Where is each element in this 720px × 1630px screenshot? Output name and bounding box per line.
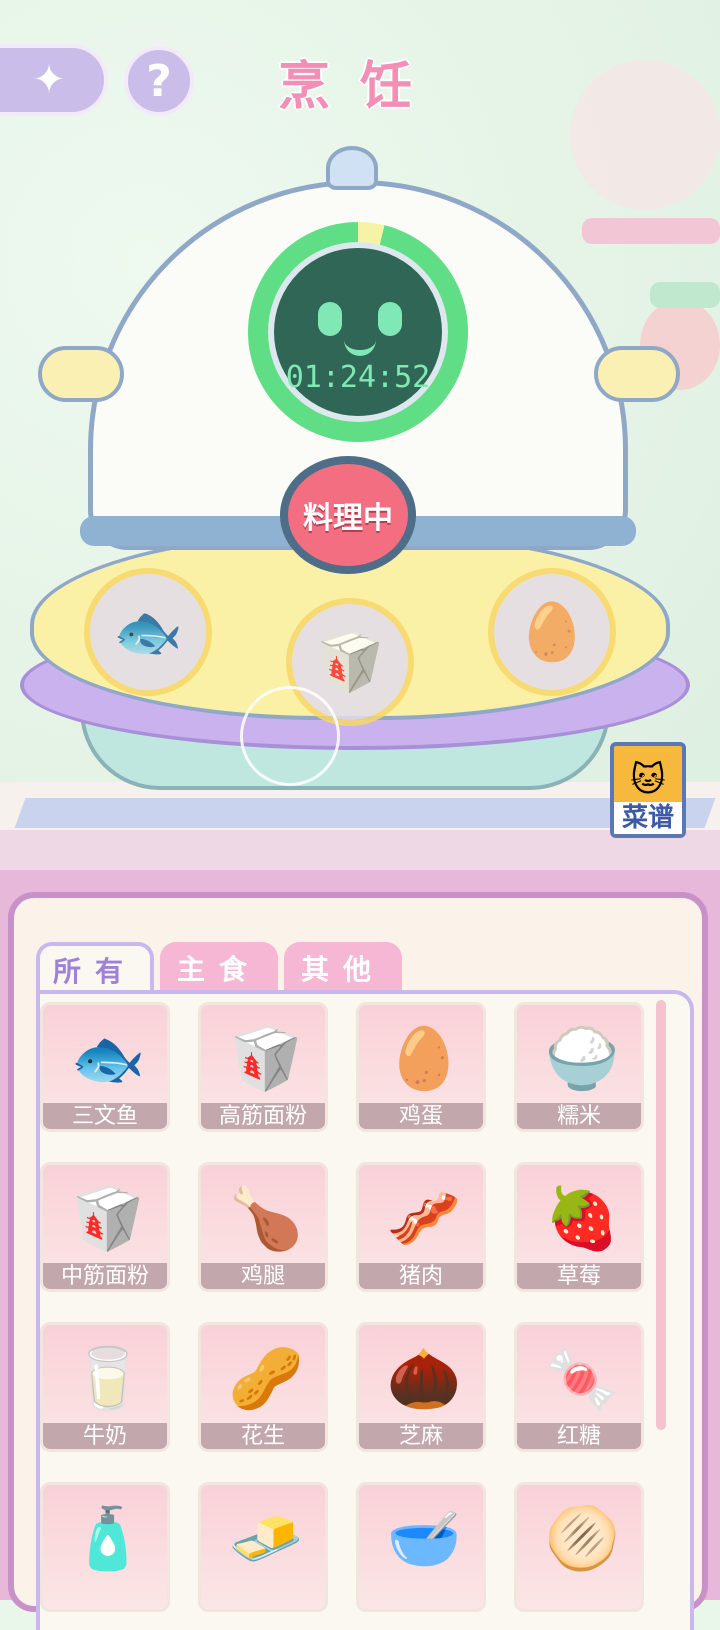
ingredient-icon: 🥛 (70, 1344, 146, 1414)
ingredient-card[interactable]: 🥓 猪肉 (356, 1162, 486, 1292)
ingredient-label: 花生 (201, 1423, 325, 1449)
cat-chef-icon: 🐱 (630, 760, 666, 800)
face-mouth (344, 334, 376, 356)
ingredient-card[interactable]: 🧈 (198, 1482, 328, 1612)
ingredient-card[interactable]: 🍬 红糖 (514, 1322, 644, 1452)
ingredient-icon: 🧴 (70, 1504, 146, 1574)
ingredient-label: 牛奶 (43, 1423, 167, 1449)
ingredient-icon: 🥡 (70, 1184, 146, 1254)
ingredient-card[interactable]: 🐟 三文鱼 (40, 1002, 170, 1132)
ingredient-label: 草莓 (517, 1263, 641, 1289)
ingredient-icon: 🐟 (70, 1024, 146, 1094)
ingredient-icon: 🧈 (228, 1504, 304, 1574)
ingredient-icon: 🥓 (386, 1184, 462, 1254)
ingredient-card[interactable]: 🌰 芝麻 (356, 1322, 486, 1452)
recipe-book-label: 菜谱 (614, 802, 682, 834)
ingredient-icon: 🥚 (386, 1024, 462, 1094)
ingredient-icon: 🌰 (386, 1344, 462, 1414)
ingredient-label: 猪肉 (359, 1263, 483, 1289)
countdown-timer: 01:24:52 (285, 360, 431, 395)
tab-staple-food[interactable]: 主食 (160, 942, 278, 994)
ingredient-icon: 🍬 (544, 1344, 620, 1414)
ingredient-slot-1[interactable]: 🐟 (84, 568, 212, 696)
ingredient-card[interactable]: 🥡 高筋面粉 (198, 1002, 328, 1132)
ingredient-label: 高筋面粉 (201, 1103, 325, 1129)
kitchen-scene: ✦ ? 烹饪 01:24:52 料理中 🐟 🥡 🥚 🐱 菜谱 (0, 0, 720, 870)
ingredient-label: 芝麻 (359, 1423, 483, 1449)
recipe-book-button[interactable]: 🐱 菜谱 (610, 742, 686, 838)
ingredient-card[interactable]: 🍓 草莓 (514, 1162, 644, 1292)
ingredient-card[interactable]: 🥣 (356, 1482, 486, 1612)
face-eye-right (378, 302, 402, 336)
ingredient-list-scrollbar[interactable] (656, 1000, 666, 1430)
ingredient-icon: 🍗 (228, 1184, 304, 1254)
ingredient-card[interactable]: 🥚 鸡蛋 (356, 1002, 486, 1132)
timer-face: 01:24:52 (268, 242, 448, 422)
cooking-machine: 01:24:52 料理中 🐟 🥡 🥚 (0, 0, 720, 830)
ingredient-card[interactable]: 🥜 花生 (198, 1322, 328, 1452)
ingredient-label: 糯米 (517, 1103, 641, 1129)
ingredient-icon: 🥡 (228, 1024, 304, 1094)
lid-knob (326, 146, 378, 190)
ingredient-icon: 🍓 (544, 1184, 620, 1254)
ingredient-card[interactable]: 🍗 鸡腿 (198, 1162, 328, 1292)
ingredient-card[interactable]: 🫓 (514, 1482, 644, 1612)
cooking-status-button[interactable]: 料理中 (280, 456, 416, 574)
touch-indicator (240, 686, 340, 786)
flour-bag-icon: 🥡 (315, 630, 385, 695)
ingredient-label: 鸡腿 (201, 1263, 325, 1289)
right-handle (594, 346, 680, 402)
egg-carton-icon: 🥚 (517, 600, 587, 665)
ingredient-icon: 🥜 (228, 1344, 304, 1414)
timer-progress-ring: 01:24:52 (248, 222, 468, 442)
tab-other[interactable]: 其他 (284, 942, 402, 994)
ingredient-icon: 🫓 (544, 1504, 620, 1574)
ingredient-icon: 🍚 (544, 1024, 620, 1094)
ingredient-label: 红糖 (517, 1423, 641, 1449)
ingredient-card[interactable]: 🥡 中筋面粉 (40, 1162, 170, 1292)
ingredient-label: 三文鱼 (43, 1103, 167, 1129)
ingredient-card[interactable]: 🍚 糯米 (514, 1002, 644, 1132)
ingredient-label: 鸡蛋 (359, 1103, 483, 1129)
tab-all[interactable]: 所有 (36, 942, 154, 994)
ingredient-card[interactable]: 🥛 牛奶 (40, 1322, 170, 1452)
ingredient-label: 中筋面粉 (43, 1263, 167, 1289)
left-handle (38, 346, 124, 402)
face-eye-left (318, 302, 342, 336)
ingredient-slot-3[interactable]: 🥚 (488, 568, 616, 696)
ingredient-icon: 🥣 (386, 1504, 462, 1574)
salmon-icon: 🐟 (113, 600, 183, 665)
ingredient-card[interactable]: 🧴 (40, 1482, 170, 1612)
